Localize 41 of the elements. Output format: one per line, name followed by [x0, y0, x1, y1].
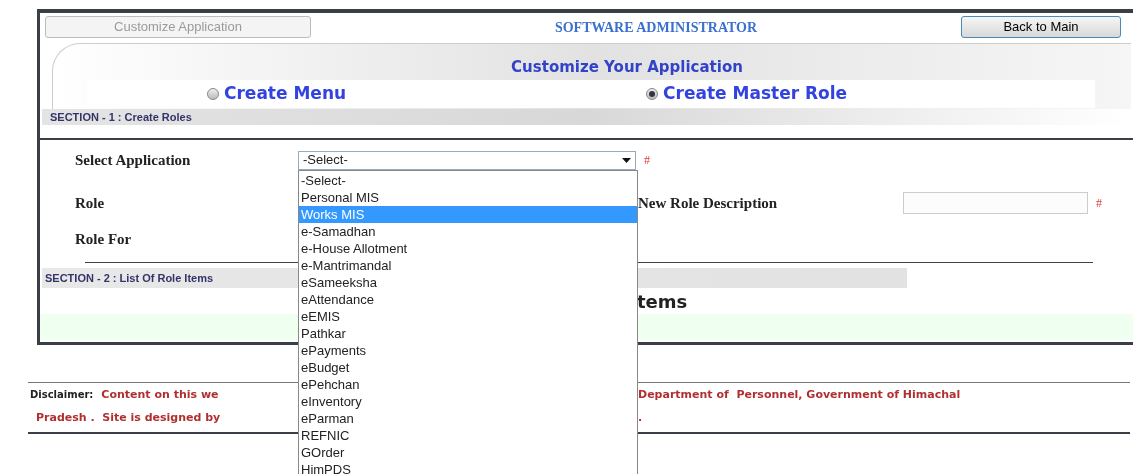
dropdown-option[interactable]: e-Mantrimandal: [299, 257, 637, 274]
panel-title: Customize Your Application: [511, 56, 743, 78]
required-mark: #: [1096, 195, 1102, 212]
field-label: New Role Description: [638, 193, 779, 213]
dropdown-option[interactable]: eEMIS: [299, 308, 637, 325]
disclaimer-label: Disclaimer:: [30, 388, 94, 403]
disclaimer-text: Content on this we: [101, 387, 219, 404]
dropdown-option[interactable]: GOrder: [299, 444, 637, 461]
dropdown-arrow-icon: [622, 157, 631, 163]
disclaimer-text: .: [638, 409, 643, 426]
section-title: SECTION - 1 : Create Roles: [50, 109, 192, 125]
page-title: SOFTWARE ADMINISTRATOR: [554, 18, 758, 37]
mode-radio-option[interactable]: Create Master Role: [646, 81, 848, 107]
dropdown-option[interactable]: ePehchan: [299, 376, 637, 393]
back-to-main-button[interactable]: Back to Main: [961, 16, 1121, 38]
role-description-field[interactable]: [903, 192, 1088, 214]
dropdown-option[interactable]: eBudget: [299, 359, 637, 376]
dropdown-option[interactable]: eAttendance: [299, 291, 637, 308]
required-mark: #: [644, 152, 650, 169]
radio-button[interactable]: [207, 88, 219, 100]
field-label: Role: [75, 193, 106, 213]
dropdown-option[interactable]: eParman: [299, 410, 637, 427]
dropdown-option[interactable]: REFNIC: [299, 427, 637, 444]
radio-button[interactable]: [646, 88, 659, 100]
field-label: Select Application: [75, 150, 192, 170]
dropdown-option[interactable]: Pathkar: [299, 325, 637, 342]
dropdown-option[interactable]: eInventory: [299, 393, 637, 410]
mode-radio-option[interactable]: Create Menu: [207, 81, 347, 107]
dropdown-option[interactable]: eSameeksha: [299, 274, 637, 291]
dropdown-option[interactable]: HimPDS: [299, 461, 637, 474]
dropdown-option[interactable]: Personal MIS: [299, 189, 637, 206]
section-title: SECTION - 2 : List Of Role Items: [45, 270, 214, 286]
field-label: Role For: [75, 229, 132, 249]
dropdown-option[interactable]: e-House Allotment: [299, 240, 637, 257]
dropdown-option[interactable]: -Select-: [299, 172, 637, 189]
application-select[interactable]: -Select-: [298, 150, 636, 170]
dropdown-option[interactable]: e-Samadhan: [299, 223, 637, 240]
section-heading: tems: [637, 289, 688, 314]
dropdown-option[interactable]: ePayments: [299, 342, 637, 359]
disclaimer-text: Pradesh . Site is designed by: [36, 410, 221, 424]
disclaimer-text: Department of Personnel, Government of Himachal: [638, 387, 961, 404]
